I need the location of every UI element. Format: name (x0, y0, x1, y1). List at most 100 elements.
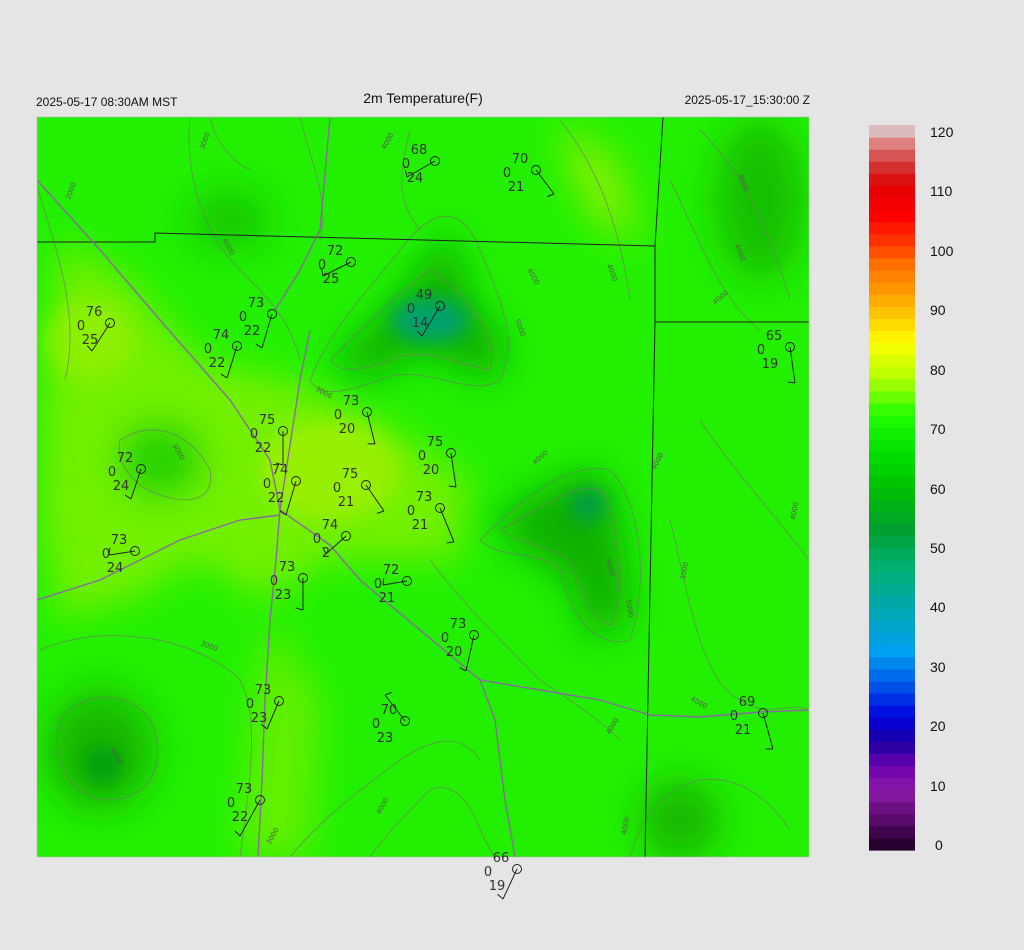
station-cloud-cover: 0 (102, 547, 110, 562)
station-dewpoint: 24 (107, 561, 124, 576)
station-dewpoint: 22 (232, 810, 249, 825)
station-cloud-cover: 0 (730, 709, 738, 724)
station-dewpoint: 24 (407, 171, 424, 186)
colorbar-tick-40: 40 (930, 599, 946, 615)
station-dewpoint: 22 (244, 324, 261, 339)
station-cloud-cover: 0 (108, 465, 116, 480)
station-dewpoint: 20 (339, 422, 356, 437)
station-temperature: 65 (766, 329, 783, 344)
colorbar-band (869, 608, 915, 622)
station-temperature: 74 (272, 463, 289, 478)
station-dewpoint: 23 (377, 731, 394, 746)
station-cloud-cover: 0 (372, 717, 380, 732)
colorbar-band (869, 825, 915, 839)
colorbar-band (869, 487, 915, 501)
colorbar-band (869, 185, 915, 199)
temperature-field: 2000 3000 3000 3000 3000 4000 4000 4000 … (37, 117, 809, 857)
colorbar-band (869, 753, 915, 767)
station-temperature: 73 (236, 782, 253, 797)
station-temperature: 73 (416, 490, 433, 505)
colorbar-band (869, 415, 915, 428)
station-dewpoint: 19 (489, 879, 506, 894)
colorbar-band (869, 668, 915, 682)
station-cloud-cover: 0 (250, 427, 258, 442)
station-cloud-cover: 0 (318, 258, 326, 273)
colorbar-band (869, 149, 915, 162)
colorbar-band (869, 197, 915, 211)
colorbar-tick-70: 70 (930, 421, 946, 437)
colorbar-band (869, 789, 915, 803)
colorbar-band (869, 366, 915, 380)
colorbar-band (869, 717, 915, 730)
colorbar-band (869, 523, 915, 537)
station-dewpoint: 21 (338, 495, 355, 510)
station-dewpoint: 22 (268, 491, 285, 506)
colorbar-band (869, 257, 915, 271)
station-temperature: 74 (213, 328, 230, 343)
colorbar-band (869, 535, 915, 549)
colorbar-band (869, 463, 915, 477)
station-dewpoint: 23 (275, 588, 292, 603)
colorbar-band (869, 813, 915, 827)
colorbar-tick-60: 60 (930, 481, 946, 497)
station-cloud-cover: 0 (407, 302, 415, 317)
station-temperature: 49 (416, 288, 433, 303)
colorbar-tick-90: 90 (930, 302, 946, 318)
colorbar-band (869, 680, 915, 694)
colorbar-band (869, 427, 915, 440)
station-temperature: 66 (493, 851, 510, 866)
colorbar-tick-80: 80 (930, 362, 946, 378)
colorbar-band (869, 511, 915, 525)
station-cloud-cover: 0 (374, 577, 382, 592)
station-dewpoint: 25 (323, 272, 340, 287)
station-dewpoint: 21 (508, 180, 525, 195)
colorbar-band (869, 705, 915, 718)
station-temperature: 73 (111, 533, 128, 548)
station-temperature: 73 (450, 617, 467, 632)
station-cloud-cover: 0 (441, 631, 449, 646)
station-temperature: 72 (383, 563, 400, 578)
colorbar-band (869, 837, 915, 851)
station-cloud-cover: 0 (407, 504, 415, 519)
station-temperature: 72 (327, 244, 344, 259)
colorbar-band (869, 572, 915, 585)
colorbar-tick-0: 0 (935, 837, 943, 853)
station-cloud-cover: 0 (333, 481, 341, 496)
colorbar-band (869, 656, 915, 670)
station-dewpoint: 23 (251, 711, 268, 726)
colorbar-tick-50: 50 (930, 540, 946, 556)
colorbar-band (869, 547, 915, 561)
station-dewpoint: 25 (82, 333, 99, 348)
station-cloud-cover: 0 (757, 343, 765, 358)
station-cloud-cover: 0 (239, 310, 247, 325)
station-temperature: 75 (259, 413, 276, 428)
station-temperature: 72 (117, 451, 134, 466)
station-dewpoint: 21 (735, 723, 752, 738)
station-cloud-cover: 0 (227, 796, 235, 811)
station-temperature: 73 (279, 560, 296, 575)
station-dewpoint: 20 (423, 463, 440, 478)
station-temperature: 75 (427, 435, 444, 450)
colorbar-band (869, 692, 915, 706)
station-cloud-cover: 0 (484, 865, 492, 880)
colorbar-band (869, 729, 915, 742)
station-dewpoint: 21 (379, 591, 396, 606)
station-dewpoint: 22 (209, 356, 226, 371)
colorbar-band (869, 354, 915, 368)
colorbar-band (869, 245, 915, 259)
colorbar-tick-30: 30 (930, 659, 946, 675)
colorbar-band (869, 330, 915, 344)
colorbar-band (869, 318, 915, 332)
colorbar-band (869, 221, 915, 235)
station-dewpoint: 19 (762, 357, 779, 372)
colorbar-band (869, 270, 915, 283)
station-dewpoint: 2 (322, 546, 330, 561)
colorbar-tick-20: 20 (930, 718, 946, 734)
station-dewpoint: 22 (255, 441, 272, 456)
station-temperature: 68 (411, 143, 428, 158)
colorbar-band (869, 632, 915, 646)
colorbar-band (869, 777, 915, 791)
station-temperature: 73 (255, 683, 272, 698)
colorbar-band (869, 282, 915, 295)
station-cloud-cover: 0 (263, 477, 271, 492)
